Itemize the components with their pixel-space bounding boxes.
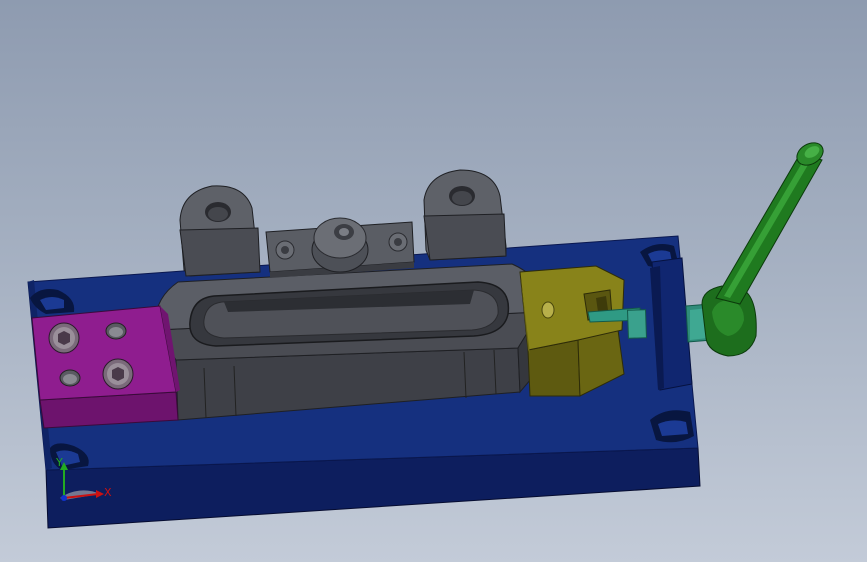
locating-block[interactable] (31, 305, 180, 429)
model-canvas[interactable]: Y X (0, 0, 867, 562)
clamp-jaw[interactable] (519, 265, 625, 397)
z-axis-dot (61, 495, 67, 501)
lug-right (423, 169, 507, 261)
fixture-body[interactable] (154, 169, 543, 421)
top-clamp-plate (265, 217, 415, 278)
x-axis-label: X (104, 486, 112, 499)
lug-left (179, 185, 261, 277)
socket-head-screw-2 (102, 358, 134, 390)
cad-viewport[interactable]: Y X (0, 0, 867, 562)
y-axis-label: Y (55, 456, 63, 469)
socket-head-screw-1 (48, 322, 80, 354)
dowel-hole-1 (105, 322, 127, 340)
handle-lever[interactable] (701, 138, 827, 357)
dowel-hole-2 (59, 369, 81, 387)
